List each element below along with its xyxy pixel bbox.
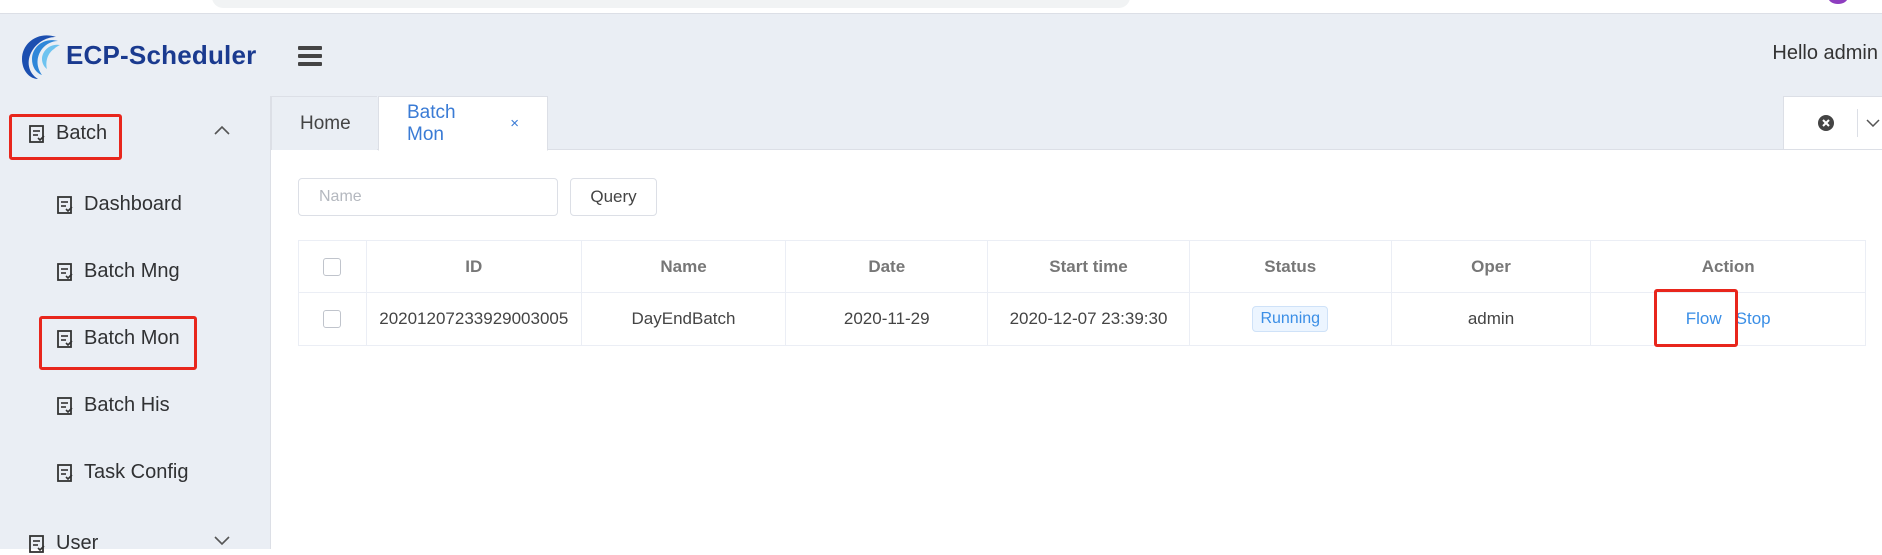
profile-avatar[interactable] (1828, 0, 1848, 4)
cell-date: 2020-11-29 (786, 293, 989, 345)
sidebar-item-label: Batch Mng (84, 260, 180, 282)
cell-action: Flow Stop (1591, 289, 1865, 347)
highlight-box-batch-mon (39, 316, 197, 370)
sidebar-item-label: Task Config (84, 461, 189, 483)
address-bar[interactable] (212, 0, 1130, 8)
cell-id: 20201207233929003005 (367, 293, 582, 345)
batch-monitor-table: ID Name Date Start time Status Oper Acti… (298, 240, 1866, 347)
close-all-tabs-icon[interactable] (1817, 114, 1835, 132)
logo-swirl-icon (22, 35, 60, 79)
divider (1857, 109, 1858, 137)
column-header[interactable]: ID (367, 241, 582, 292)
sidebar: Batch Dashboard Batch Mng Batch Mon Batc… (0, 96, 270, 554)
column-header[interactable]: Oper (1392, 241, 1592, 292)
document-icon (57, 463, 73, 482)
column-header[interactable]: Date (786, 241, 989, 292)
select-all-cell (299, 241, 367, 292)
app-header: ECP-Scheduler Hello admin (0, 14, 1882, 96)
sidebar-group-label: User (56, 532, 99, 554)
tab-batch-mon[interactable]: Batch Mon × (378, 96, 548, 151)
logo[interactable]: ECP-Scheduler (16, 27, 256, 83)
chevron-down-icon[interactable] (1866, 119, 1880, 127)
sidebar-item-dashboard[interactable]: Dashboard (56, 193, 182, 216)
sidebar-item-batch-mng[interactable]: Batch Mng (56, 260, 180, 283)
logo-text: ECP-Scheduler (66, 39, 257, 70)
tabs-bar: Home Batch Mon × (271, 96, 1882, 151)
tab-label: Batch Mon (407, 101, 456, 145)
sidebar-item-batch-his[interactable]: Batch His (56, 394, 170, 417)
browser-top-strip (0, 0, 1882, 14)
highlight-box-batch (9, 114, 122, 160)
cell-status: Running (1190, 293, 1392, 345)
table-header-row: ID Name Date Start time Status Oper Acti… (299, 241, 1865, 293)
cell-start-time: 2020-12-07 23:39:30 (988, 293, 1190, 345)
highlight-box-flow (1654, 289, 1739, 347)
sidebar-item-label: Dashboard (84, 193, 182, 215)
document-icon (57, 396, 73, 415)
row-checkbox[interactable] (323, 310, 342, 328)
main-content: Home Batch Mon × Query ID Name Date Star… (270, 96, 1882, 549)
column-header[interactable]: Action (1591, 241, 1865, 292)
column-header[interactable]: Status (1190, 241, 1392, 292)
query-button[interactable]: Query (570, 178, 657, 216)
tab-home[interactable]: Home (271, 96, 377, 150)
sidebar-item-label: Batch His (84, 394, 170, 416)
row-select-cell (299, 293, 367, 345)
sidebar-group-user[interactable]: User (28, 532, 98, 555)
chevron-up-icon[interactable] (214, 125, 230, 135)
column-header[interactable]: Start time (988, 241, 1190, 292)
name-search-input[interactable] (298, 178, 558, 216)
cell-oper: admin (1392, 293, 1592, 345)
document-icon (29, 534, 45, 553)
user-greeting[interactable]: Hello admin (1772, 42, 1878, 65)
tab-label: Home (300, 112, 351, 134)
tab-tools (1783, 96, 1882, 150)
menu-toggle-icon[interactable] (298, 46, 322, 66)
sidebar-item-task-config[interactable]: Task Config (56, 461, 189, 484)
close-icon[interactable]: × (510, 115, 519, 132)
select-all-checkbox[interactable] (323, 257, 342, 276)
column-header[interactable]: Name (582, 241, 787, 292)
cell-name: DayEndBatch (582, 293, 787, 345)
chevron-down-icon[interactable] (214, 536, 230, 546)
document-icon (57, 195, 73, 214)
document-icon (57, 262, 73, 281)
status-badge: Running (1252, 306, 1329, 332)
stop-link[interactable]: Stop (1736, 309, 1771, 329)
table-row: 20201207233929003005 DayEndBatch 2020-11… (299, 289, 1865, 347)
